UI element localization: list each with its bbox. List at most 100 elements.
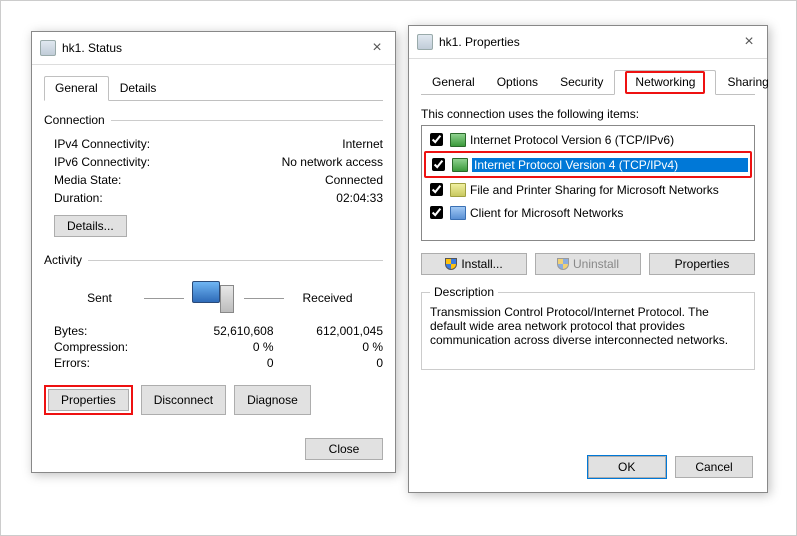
group-connection: Connection IPv4 Connectivity: Internet I… [44,113,383,243]
tab-security[interactable]: Security [549,70,614,95]
properties-highlight: Properties [44,385,133,415]
diagnose-button[interactable]: Diagnose [234,385,311,415]
compression-label: Compression: [54,340,164,354]
uninstall-button: Uninstall [535,253,641,275]
properties-dialog: hk1. Properties × General Options Securi… [408,25,768,493]
group-activity: Activity Sent Received Bytes: 52,610,608… [44,253,383,375]
description-legend: Description [430,285,498,299]
footer: OK Cancel [409,442,767,492]
received-label: Received [292,291,364,305]
shield-icon [557,258,569,270]
details-button[interactable]: Details... [54,215,127,237]
bytes-received: 612,001,045 [274,324,384,338]
dialog-body: General Details Connection IPv4 Connecti… [32,65,395,427]
dash-right [244,298,284,299]
tab-general[interactable]: General [44,76,109,101]
row-bytes: Bytes: 52,610,608 612,001,045 [44,323,383,339]
compression-sent: 0 % [164,340,274,354]
compression-received: 0 % [274,340,384,354]
details-row: Details... [44,207,383,239]
footer: Close [32,427,395,472]
components-listbox[interactable]: Internet Protocol Version 6 (TCP/IPv6) I… [421,125,755,241]
tab-options[interactable]: Options [486,70,549,95]
list-item[interactable]: Client for Microsoft Networks [424,201,752,224]
protocol-icon [452,158,468,172]
close-icon[interactable]: × [367,38,387,58]
connection-icon [417,34,433,50]
client-icon [450,206,466,220]
computer-icon [192,281,236,315]
connection-icon [40,40,56,56]
status-dialog: hk1. Status × General Details Connection… [31,31,396,473]
row-errors: Errors: 0 0 [44,355,383,371]
item-checkbox[interactable] [432,158,445,171]
properties-button[interactable]: Properties [48,389,129,411]
tab-general[interactable]: General [421,70,486,95]
errors-received: 0 [274,356,384,370]
spacer [409,382,767,442]
tabs: General Details [44,75,383,101]
duration-value: 02:04:33 [263,191,383,205]
row-ipv4: IPv4 Connectivity: Internet [44,135,383,153]
ok-button[interactable]: OK [588,456,666,478]
close-icon[interactable]: × [739,32,759,52]
row-media: Media State: Connected [44,171,383,189]
tab-sharing[interactable]: Sharing [716,70,779,95]
disconnect-button[interactable]: Disconnect [141,385,226,415]
titlebar: hk1. Properties × [409,26,767,59]
dash-left [144,298,184,299]
protocol-icon [450,133,466,147]
properties-button[interactable]: Properties [649,253,755,275]
list-item[interactable]: Internet Protocol Version 6 (TCP/IPv6) [424,128,752,151]
shield-icon [445,258,457,270]
action-buttons: Properties Disconnect Diagnose [44,385,383,415]
tab-networking-label: Networking [635,75,695,89]
ipv6-value: No network access [263,155,383,169]
duration-label: Duration: [54,191,263,205]
group-activity-legend: Activity [44,253,88,267]
item-checkbox[interactable] [430,133,443,146]
activity-header: Sent Received [44,281,383,315]
install-label: Install... [461,257,502,271]
list-item[interactable]: File and Printer Sharing for Microsoft N… [424,178,752,201]
service-icon [450,183,466,197]
media-value: Connected [263,173,383,187]
item-label: Internet Protocol Version 4 (TCP/IPv4) [472,158,748,172]
tab-networking-highlight: Networking [625,71,705,94]
errors-label: Errors: [54,356,164,370]
window-title: hk1. Status [62,41,367,55]
item-label: Client for Microsoft Networks [470,206,623,220]
tabs: General Options Security Networking Shar… [421,69,755,95]
cancel-button[interactable]: Cancel [675,456,753,478]
item-label: File and Printer Sharing for Microsoft N… [470,183,719,197]
media-label: Media State: [54,173,263,187]
bytes-sent: 52,610,608 [164,324,274,338]
list-item-highlight: Internet Protocol Version 4 (TCP/IPv4) [424,151,752,178]
item-checkbox[interactable] [430,206,443,219]
description-text: Transmission Control Protocol/Internet P… [430,305,746,361]
uninstall-label: Uninstall [573,257,619,271]
errors-sent: 0 [164,356,274,370]
item-checkbox[interactable] [430,183,443,196]
tab-networking[interactable]: Networking [614,70,716,95]
group-connection-legend: Connection [44,113,111,127]
window-title: hk1. Properties [439,35,739,49]
sent-label: Sent [64,291,136,305]
titlebar: hk1. Status × [32,32,395,65]
list-item[interactable]: Internet Protocol Version 4 (TCP/IPv4) [426,153,750,176]
description-group: Description Transmission Control Protoco… [421,285,755,370]
ipv4-label: IPv4 Connectivity: [54,137,263,151]
install-button[interactable]: Install... [421,253,527,275]
ipv4-value: Internet [263,137,383,151]
ipv6-label: IPv6 Connectivity: [54,155,263,169]
component-buttons: Install... Uninstall Properties [421,253,755,275]
row-ipv6: IPv6 Connectivity: No network access [44,153,383,171]
list-label: This connection uses the following items… [421,107,755,121]
row-compression: Compression: 0 % 0 % [44,339,383,355]
item-label: Internet Protocol Version 6 (TCP/IPv6) [470,133,674,147]
bytes-label: Bytes: [54,324,164,338]
close-button[interactable]: Close [305,438,383,460]
tab-details[interactable]: Details [109,76,168,101]
row-duration: Duration: 02:04:33 [44,189,383,207]
dialog-body: General Options Security Networking Shar… [409,59,767,382]
